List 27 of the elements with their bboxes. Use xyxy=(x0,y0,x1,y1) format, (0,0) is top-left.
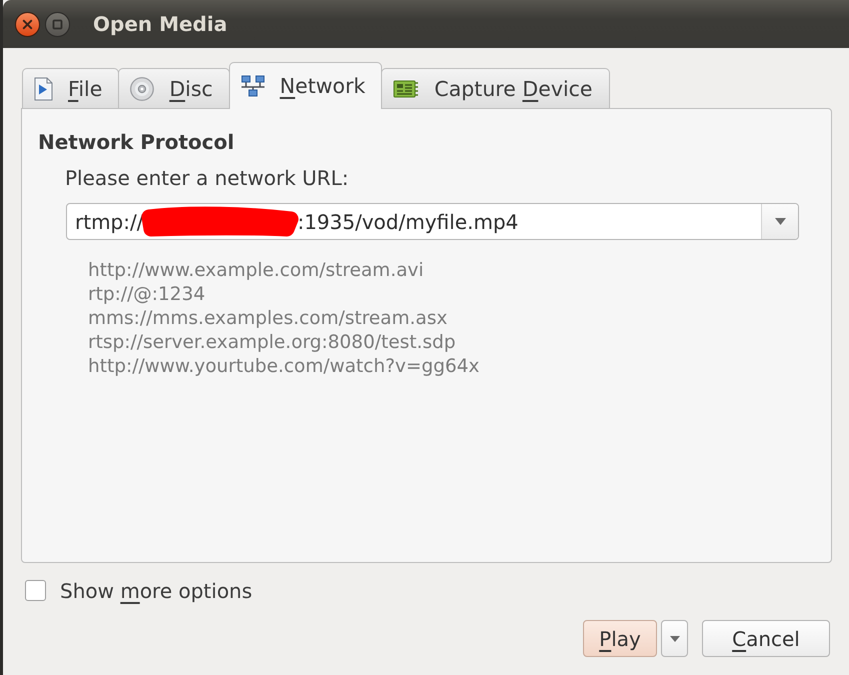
example-url: rtsp://server.example.org:8080/test.sdp xyxy=(88,331,457,355)
tab[interactable]: Disc xyxy=(118,68,230,108)
example-url: mms://mms.examples.com/stream.asx xyxy=(88,307,448,331)
play-button[interactable]: Play xyxy=(583,620,657,657)
dropdown-button[interactable] xyxy=(761,204,798,239)
dropdown-button[interactable] xyxy=(661,620,688,657)
network-icon xyxy=(240,75,265,97)
tab[interactable]: Network xyxy=(228,62,382,109)
minimize-icon[interactable] xyxy=(45,12,70,36)
caret-icon xyxy=(774,218,786,225)
example-url: rtp://@:1234 xyxy=(88,283,206,307)
checkbox[interactable] xyxy=(25,580,46,601)
video-file-icon xyxy=(34,76,53,100)
tab[interactable]: Capture Device xyxy=(381,68,610,108)
checkbox-label[interactable]: Show more options xyxy=(60,578,252,602)
tab[interactable]: File xyxy=(22,68,120,108)
window-title: Open Media xyxy=(93,12,228,36)
section-heading: Network Protocol xyxy=(38,130,234,154)
disc-icon xyxy=(130,76,154,100)
close-icon[interactable] xyxy=(15,12,40,36)
field-label: Please enter a network URL: xyxy=(65,166,349,190)
cancel-button[interactable]: Cancel xyxy=(702,620,830,657)
example-url: http://www.yourtube.com/watch?v=gg64x xyxy=(88,355,480,379)
url-combobox[interactable]: rtmp:// :1935/vod/myfile.mp4 xyxy=(66,203,799,240)
caret-icon xyxy=(670,636,680,642)
circuit-board-icon xyxy=(393,78,420,98)
example-url: http://www.example.com/stream.avi xyxy=(88,259,425,283)
